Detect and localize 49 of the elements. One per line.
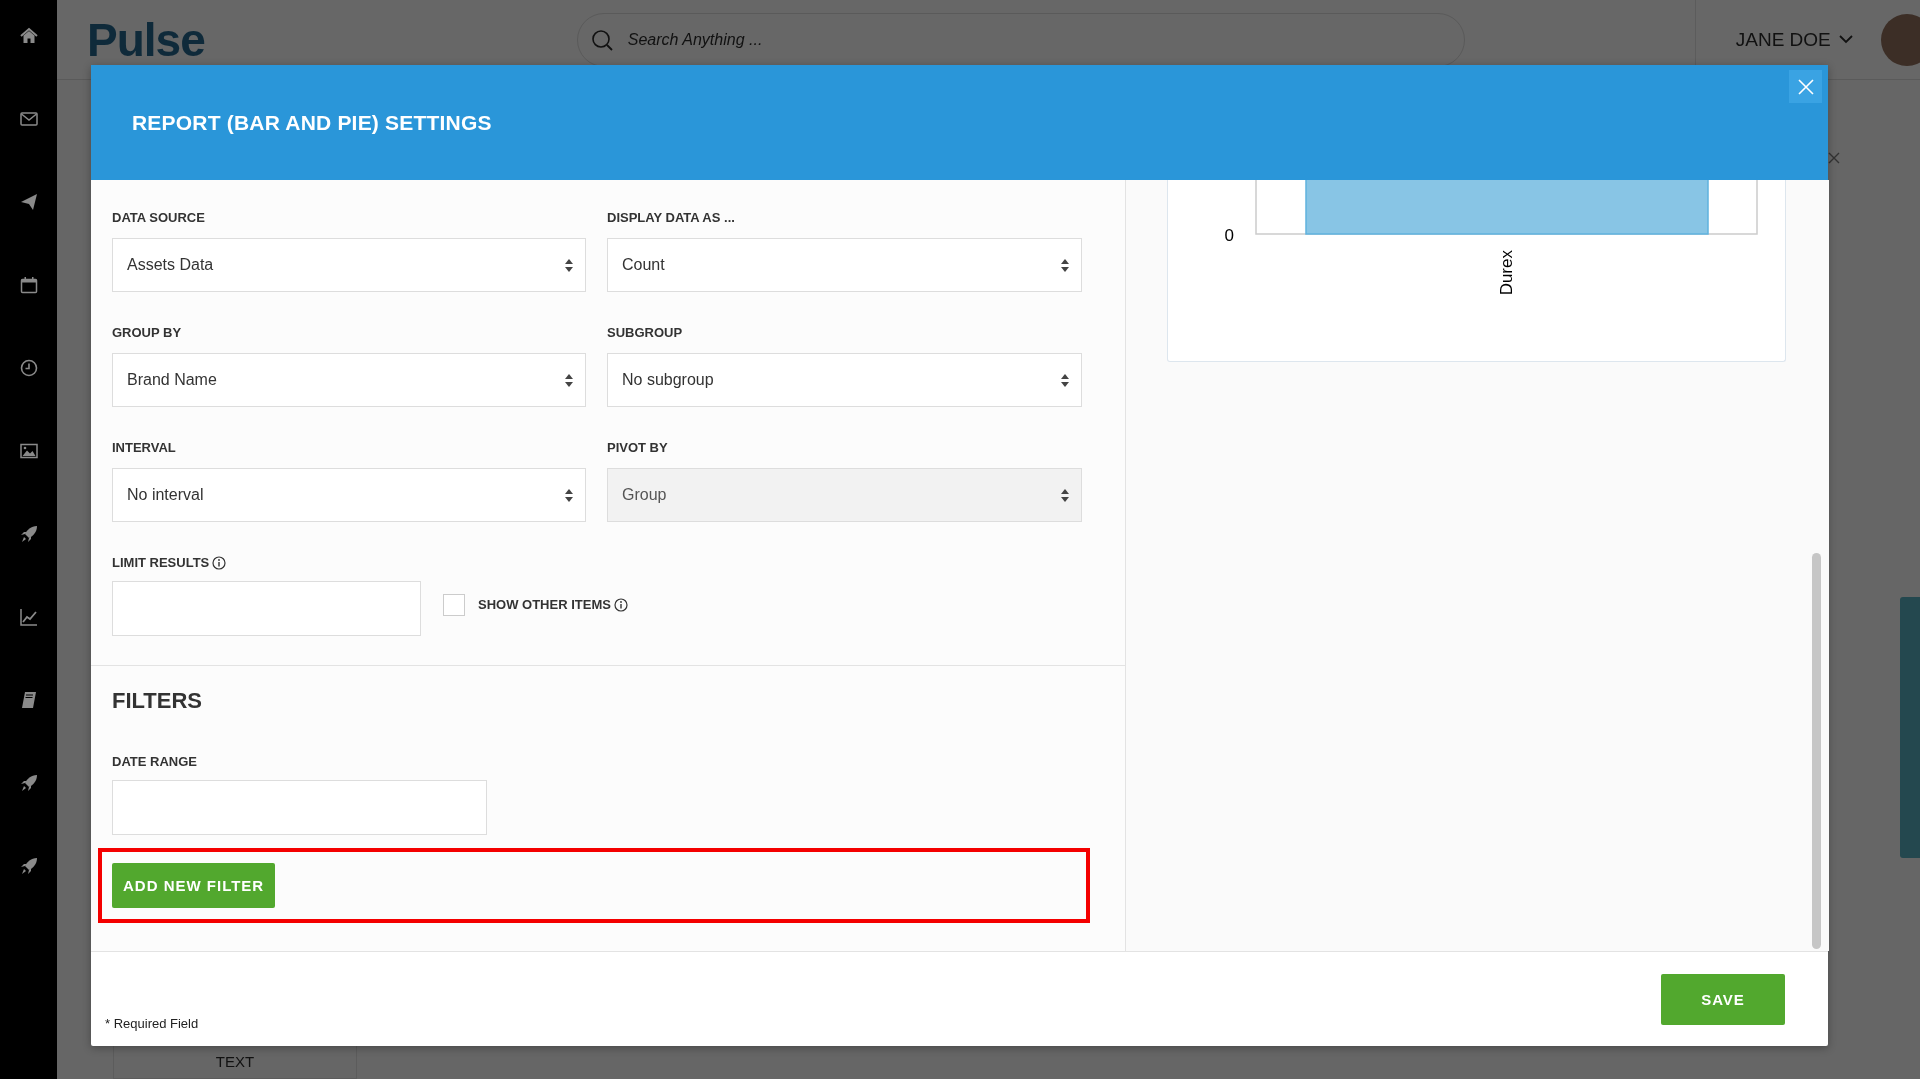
rocket-icon[interactable] <box>19 774 38 792</box>
field-label: DISPLAY DATA AS ... <box>607 210 736 226</box>
select-field[interactable]: Assets Data <box>112 238 586 292</box>
required-note: * Required Field <box>105 1016 199 1031</box>
field-label: SUBGROUP <box>607 325 684 341</box>
image-icon[interactable] <box>19 442 38 460</box>
section-heading: FILTERS <box>112 688 204 714</box>
checkbox[interactable] <box>443 594 465 616</box>
close-icon[interactable] <box>1828 152 1840 164</box>
envelope-icon[interactable] <box>19 110 38 128</box>
line-chart-icon[interactable] <box>19 608 38 626</box>
close-button[interactable] <box>1789 70 1822 103</box>
calendar-icon[interactable] <box>19 276 38 294</box>
input-field[interactable] <box>112 581 421 636</box>
card-text: TEXT <box>215 1053 255 1070</box>
info-icon <box>613 598 628 612</box>
home-icon[interactable] <box>19 27 38 45</box>
chevron-down-icon <box>1838 35 1853 44</box>
modal-title: REPORT (BAR AND PIE) SETTINGS <box>132 110 492 135</box>
axis-tick-label: 0 <box>1224 226 1234 245</box>
sort-caret-icon <box>1061 373 1069 387</box>
book-icon[interactable] <box>19 691 38 709</box>
field-label: DATA SOURCE <box>112 210 206 226</box>
select-field[interactable]: Count <box>607 238 1082 292</box>
info-icon <box>212 556 227 570</box>
field-label: LIMIT RESULTS <box>112 555 210 571</box>
field-label: INTERVAL <box>112 440 177 456</box>
field-label: GROUP BY <box>112 325 183 341</box>
close-icon <box>1797 78 1814 95</box>
scrollbar-thumb[interactable] <box>1812 553 1821 949</box>
sort-caret-icon <box>1061 488 1069 502</box>
clock-icon[interactable] <box>19 359 38 377</box>
sort-caret-icon <box>1061 258 1069 272</box>
paper-plane-icon[interactable] <box>19 193 38 211</box>
input-field[interactable] <box>112 780 487 835</box>
search-icon <box>590 28 613 51</box>
checkbox-label: SHOW OTHER ITEMS <box>478 597 611 613</box>
rocket-icon[interactable] <box>19 857 38 875</box>
field-label: PIVOT BY <box>607 440 669 456</box>
field-label: DATE RANGE <box>112 754 198 770</box>
logo-text: Pulse <box>87 12 205 67</box>
sort-caret-icon <box>565 258 573 272</box>
sort-caret-icon <box>565 488 573 502</box>
select-field[interactable]: No subgroup <box>607 353 1082 407</box>
rocket-icon[interactable] <box>19 525 38 543</box>
select-field[interactable]: Brand Name <box>112 353 586 407</box>
select-field[interactable]: No interval <box>112 468 586 522</box>
sort-caret-icon <box>565 373 573 387</box>
category-label: Durex <box>1497 250 1516 296</box>
